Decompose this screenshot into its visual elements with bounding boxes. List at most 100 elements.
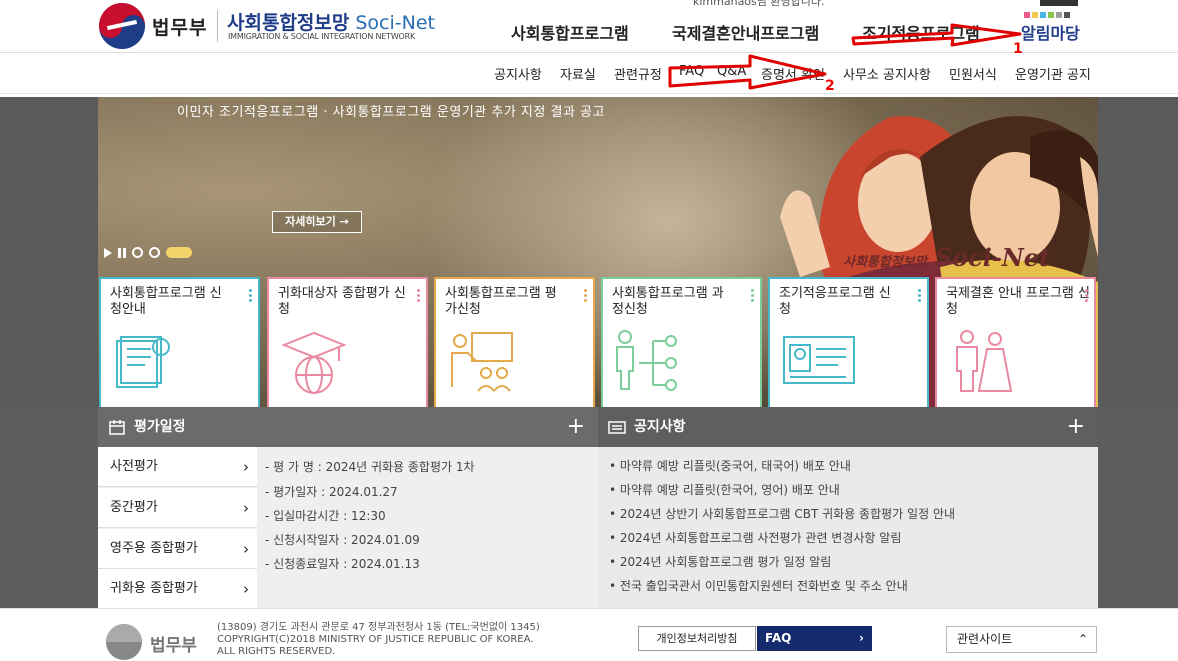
card-marriage-program[interactable]: 국제결혼 안내 프로그램 신청 bbox=[935, 277, 1096, 407]
snb-regulations[interactable]: 관련규정 bbox=[614, 64, 662, 83]
card-title: 사회통합프로그램 평가신청 bbox=[445, 286, 557, 317]
site-subtitle: IMMIGRATION & SOCIAL INTEGRATION NETWORK bbox=[228, 32, 416, 41]
more-dots-icon bbox=[249, 289, 252, 303]
top-util-button[interactable] bbox=[1040, 0, 1078, 6]
right-gray-edge bbox=[1098, 407, 1178, 608]
snb-certificate-check[interactable]: 증명서 확인 bbox=[761, 64, 825, 83]
notice-item[interactable]: • 전국 출입국관서 이민통합지원센터 전화번호 및 주소 안내 bbox=[609, 577, 908, 594]
schedule-header: 평가일정 + bbox=[98, 407, 598, 447]
tab-label: 사전평가 bbox=[110, 459, 158, 474]
color-theme-dots[interactable] bbox=[1024, 12, 1070, 18]
gnb-social-integration[interactable]: 사회통합프로그램 bbox=[511, 20, 629, 44]
chevron-right-icon: › bbox=[859, 631, 864, 645]
snb-civil-forms[interactable]: 민원서식 bbox=[949, 64, 997, 83]
schedule-title: 평가일정 bbox=[134, 419, 186, 435]
schedule-line-deadline: - 입실마감시간 : 12:30 bbox=[265, 509, 386, 523]
slide-dot-active[interactable] bbox=[166, 247, 192, 258]
notice-item[interactable]: • 2024년 사회통합프로그램 평가 일정 알림 bbox=[609, 553, 831, 570]
snb-office-notices[interactable]: 사무소 공지사항 bbox=[843, 64, 931, 83]
graduation-globe-icon bbox=[281, 331, 347, 394]
card-integration-application[interactable]: 사회통합프로그램 신청안내 bbox=[99, 277, 260, 407]
ministry-name: 법무부 bbox=[152, 17, 208, 39]
notice-item-text: 마약류 예방 리플릿(중국어, 태국어) 배포 안내 bbox=[619, 459, 851, 473]
snb-agency-notices[interactable]: 운영기관 공지 bbox=[1015, 64, 1091, 83]
card-title: 사회통합프로그램 신청안내 bbox=[110, 286, 222, 317]
page-root: { "header": { "top_user_text": "kimmanao… bbox=[0, 0, 1178, 661]
more-dots-icon bbox=[584, 289, 587, 303]
presentation-icon bbox=[451, 332, 513, 392]
notice-item[interactable]: • 2024년 상반기 사회통합프로그램 CBT 귀화용 종합평가 일정 안내 bbox=[609, 505, 955, 522]
chevron-right-icon: › bbox=[243, 458, 249, 476]
snb-divider bbox=[0, 93, 1178, 94]
schedule-line-name: - 평 가 명 : 2024년 귀화용 종합평가 1차 bbox=[265, 460, 475, 474]
notice-item[interactable]: • 2024년 사회통합프로그램 사전평가 관련 변경사항 알림 bbox=[609, 529, 901, 546]
faq-label: FAQ bbox=[765, 631, 792, 645]
tab-mid-evaluation[interactable]: 중간평가 › bbox=[98, 488, 257, 528]
ministry-emblem-icon[interactable] bbox=[99, 3, 145, 49]
more-dots-icon bbox=[417, 289, 420, 303]
slide-dot-2[interactable] bbox=[149, 247, 160, 258]
notice-item[interactable]: • 마약류 예방 리플릿(중국어, 태국어) 배포 안내 bbox=[609, 457, 851, 474]
snb-faq[interactable]: FAQ bbox=[679, 64, 704, 79]
gnb-early-adaptation[interactable]: 조기적응프로그램 bbox=[862, 20, 980, 44]
site-logo[interactable]: 사회통합정보망 Soci-Net bbox=[227, 8, 435, 35]
hero-right-edge bbox=[1098, 97, 1178, 407]
card-title: 조기적응프로그램 신청 bbox=[779, 286, 891, 317]
snb-notices[interactable]: 공지사항 bbox=[494, 64, 542, 83]
annotation-number-1: 1 bbox=[1013, 41, 1023, 57]
notice-more-plus-icon[interactable]: + bbox=[1067, 407, 1085, 447]
gnb-marriage-program[interactable]: 국제결혼안내프로그램 bbox=[672, 20, 819, 44]
related-sites-label: 관련사이트 bbox=[957, 632, 1013, 646]
top-user-bar: kimmanaos님 환영합니다. bbox=[0, 0, 1178, 8]
calendar-icon bbox=[109, 420, 125, 435]
schedule-more-plus-icon[interactable]: + bbox=[567, 407, 585, 447]
tab-label: 영주용 종합평가 bbox=[110, 541, 198, 556]
footer-copyright: COPYRIGHT(C)2018 MINISTRY OF JUSTICE REP… bbox=[217, 634, 534, 645]
chevron-right-icon: › bbox=[243, 499, 249, 517]
play-icon[interactable] bbox=[104, 247, 112, 258]
card-course-application[interactable]: 사회통합프로그램 과정신청 bbox=[601, 277, 762, 407]
slide-dot-1[interactable] bbox=[132, 247, 143, 258]
schedule-line-end: - 신청종료일자 : 2024.01.13 bbox=[265, 557, 420, 571]
hero-banner[interactable]: 이민자 조기적응프로그램 · 사회통합프로그램 운영기관 추가 지정 결과 공고… bbox=[0, 97, 1178, 407]
tab-label: 중간평가 bbox=[110, 500, 158, 515]
hero-title[interactable]: 이민자 조기적응프로그램 · 사회통합프로그램 운영기관 추가 지정 결과 공고 bbox=[177, 101, 605, 120]
notice-header: 공지사항 + bbox=[598, 407, 1098, 447]
privacy-policy-button[interactable]: 개인정보처리방침 bbox=[638, 626, 756, 651]
notice-item-text: 2024년 상반기 사회통합프로그램 CBT 귀화용 종합평가 일정 안내 bbox=[619, 507, 956, 521]
site-name-ko: 사회통합정보망 bbox=[227, 12, 350, 34]
card-evaluation-application[interactable]: 사회통합프로그램 평가신청 bbox=[434, 277, 595, 407]
gnb-notice-board[interactable]: 알림마당 bbox=[1021, 20, 1080, 44]
chevron-right-icon: › bbox=[243, 580, 249, 598]
snb-resources[interactable]: 자료실 bbox=[560, 64, 596, 83]
schedule-line-start: - 신청시작일자 : 2024.01.09 bbox=[265, 533, 420, 547]
notice-item[interactable]: • 마약류 예방 리플릿(한국어, 영어) 배포 안내 bbox=[609, 481, 840, 498]
chevron-up-icon: ⌃ bbox=[1077, 632, 1088, 646]
hero-more-button[interactable]: 자세히보기 → bbox=[272, 211, 362, 233]
card-title: 국제결혼 안내 프로그램 신청 bbox=[946, 286, 1090, 317]
notice-title: 공지사항 bbox=[634, 419, 686, 435]
site-name-en: Soci-Net bbox=[355, 12, 435, 34]
header-divider bbox=[0, 52, 1178, 53]
hero-brand: 사회통합정보망 Soci-Net bbox=[843, 243, 1050, 272]
card-naturalization-evaluation[interactable]: 귀화대상자 종합평가 신청 bbox=[267, 277, 428, 407]
faq-button[interactable]: FAQ › bbox=[757, 626, 872, 651]
slider-controls bbox=[104, 247, 192, 258]
tab-pre-evaluation[interactable]: 사전평가 › bbox=[98, 447, 257, 487]
user-greeting: kimmanaos님 환영합니다. bbox=[693, 0, 825, 8]
tab-permanent-residence-evaluation[interactable]: 영주용 종합평가 › bbox=[98, 529, 257, 569]
card-early-adaptation[interactable]: 조기적응프로그램 신청 bbox=[768, 277, 929, 407]
tab-label: 귀화용 종합평가 bbox=[110, 581, 198, 596]
related-sites-select[interactable]: 관련사이트 ⌃ bbox=[946, 626, 1097, 653]
more-dots-icon bbox=[751, 289, 754, 303]
tab-naturalization-evaluation[interactable]: 귀화용 종합평가 › bbox=[98, 569, 257, 609]
application-guide-icon bbox=[116, 336, 170, 388]
keyboard-icon bbox=[608, 421, 626, 434]
notice-item-text: 마약류 예방 리플릿(한국어, 영어) 배포 안내 bbox=[619, 483, 840, 497]
annotation-number-2: 2 bbox=[825, 78, 835, 94]
footer-ministry: 법무부 bbox=[150, 636, 197, 656]
pause-icon[interactable] bbox=[118, 247, 126, 258]
snb-qna[interactable]: Q&A bbox=[717, 64, 746, 79]
chevron-right-icon: › bbox=[243, 540, 249, 558]
logo-divider bbox=[217, 10, 218, 42]
